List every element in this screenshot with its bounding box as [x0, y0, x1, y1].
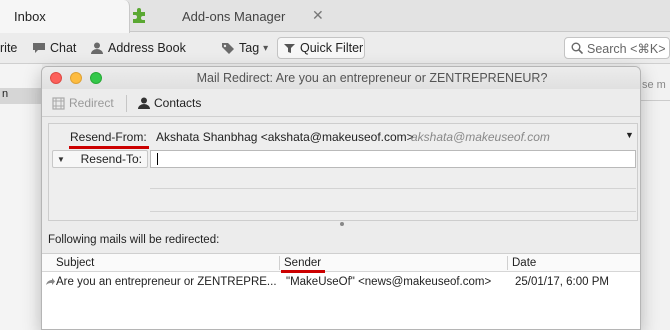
- dialog-titlebar[interactable]: Mail Redirect: Are you an entrepreneur o…: [42, 67, 640, 89]
- divider: [640, 100, 670, 101]
- column-date[interactable]: Date: [512, 257, 536, 269]
- message-list: Subject Sender Date Are you an entrepren…: [42, 253, 640, 329]
- tab-inbox[interactable]: Inbox: [0, 0, 130, 33]
- chat-bubble-icon: [33, 43, 45, 53]
- annotation-underline: [69, 146, 149, 149]
- search-input[interactable]: Search <⌘K>: [564, 37, 670, 59]
- person-icon: [138, 97, 150, 109]
- row-subject: Are you an entrepreneur or ZENTREPRE...: [56, 276, 277, 288]
- resend-to-label: Resend-To:: [80, 152, 142, 166]
- contacts-button[interactable]: Contacts: [138, 96, 201, 110]
- contacts-label: Contacts: [154, 96, 202, 110]
- forward-arrow-icon: [46, 278, 55, 285]
- message-pane-edge: se m: [640, 64, 670, 330]
- redirect-button[interactable]: Redirect: [52, 96, 114, 110]
- puzzle-piece-icon: [133, 8, 145, 23]
- resend-from-address-hint: akshata@makeuseof.com: [411, 130, 550, 144]
- filter-funnel-icon: [284, 43, 295, 53]
- recipient-type-select[interactable]: ▼ Resend-To:: [52, 150, 148, 168]
- dropdown-arrow-icon[interactable]: ▼: [625, 130, 634, 140]
- chevron-down-icon: ▾: [263, 42, 269, 54]
- chat-button[interactable]: Chat: [32, 41, 76, 55]
- address-book-button[interactable]: Address Book: [90, 41, 186, 55]
- tab-addons-manager[interactable]: Add-ons Manager: [182, 9, 285, 24]
- tag-button[interactable]: Tag ▾: [221, 41, 268, 55]
- table-row[interactable]: Are you an entrepreneur or ZENTREPRE... …: [42, 273, 640, 291]
- dialog-title: Mail Redirect: Are you an entrepreneur o…: [196, 71, 548, 85]
- message-pane-fragment: se m: [642, 79, 666, 91]
- close-tab-icon[interactable]: ✕: [312, 7, 324, 24]
- tag-icon: [222, 43, 234, 54]
- mail-redirect-dialog: Mail Redirect: Are you an entrepreneur o…: [41, 66, 641, 330]
- folder-pane: n: [0, 64, 42, 330]
- row-date: 25/01/17, 6:00 PM: [515, 276, 609, 288]
- dropdown-arrow-icon: ▼: [57, 154, 65, 164]
- dialog-toolbar: Redirect Contacts: [42, 89, 640, 117]
- redirect-icon: [52, 96, 65, 110]
- column-divider: [507, 256, 508, 270]
- folder-row-selected[interactable]: n: [0, 88, 42, 104]
- search-placeholder: Search <⌘K>: [587, 41, 666, 56]
- recipient-row-line[interactable]: [150, 188, 636, 189]
- column-header-row: Subject Sender Date: [42, 254, 640, 272]
- resend-from-label: Resend-From:: [70, 130, 147, 144]
- tag-label: Tag: [239, 41, 260, 55]
- address-book-label: Address Book: [108, 41, 186, 55]
- resend-to-input[interactable]: [150, 150, 636, 168]
- quick-filter-label: Quick Filter: [300, 41, 364, 55]
- person-icon: [91, 42, 103, 54]
- write-button[interactable]: rite: [0, 41, 17, 55]
- tab-bar: Inbox Add-ons Manager ✕: [0, 0, 670, 33]
- recipient-row-line[interactable]: [150, 211, 636, 212]
- quick-filter-button[interactable]: Quick Filter: [277, 37, 365, 59]
- column-sender[interactable]: Sender: [284, 257, 321, 269]
- chat-label: Chat: [50, 41, 77, 55]
- search-icon: [571, 42, 583, 54]
- write-button-label: rite: [0, 41, 18, 55]
- redirect-header-box: Resend-From: Akshata Shanbhag <akshata@m…: [48, 123, 638, 221]
- main-toolbar: rite Chat Address Book Tag ▾ Quick Filte…: [0, 33, 670, 64]
- resend-from-select[interactable]: Akshata Shanbhag <akshata@makeuseof.com>: [156, 130, 414, 144]
- redirect-info-text: Following mails will be redirected:: [48, 234, 220, 246]
- text-cursor: [157, 153, 158, 165]
- column-subject[interactable]: Subject: [56, 257, 94, 269]
- row-sender: "MakeUseOf" <news@makeuseof.com>: [286, 276, 492, 288]
- redirect-label: Redirect: [69, 96, 114, 110]
- splitter-grip[interactable]: [340, 222, 344, 226]
- toolbar-separator: [126, 95, 127, 112]
- tab-inbox-label: Inbox: [14, 9, 46, 24]
- column-divider: [279, 256, 280, 270]
